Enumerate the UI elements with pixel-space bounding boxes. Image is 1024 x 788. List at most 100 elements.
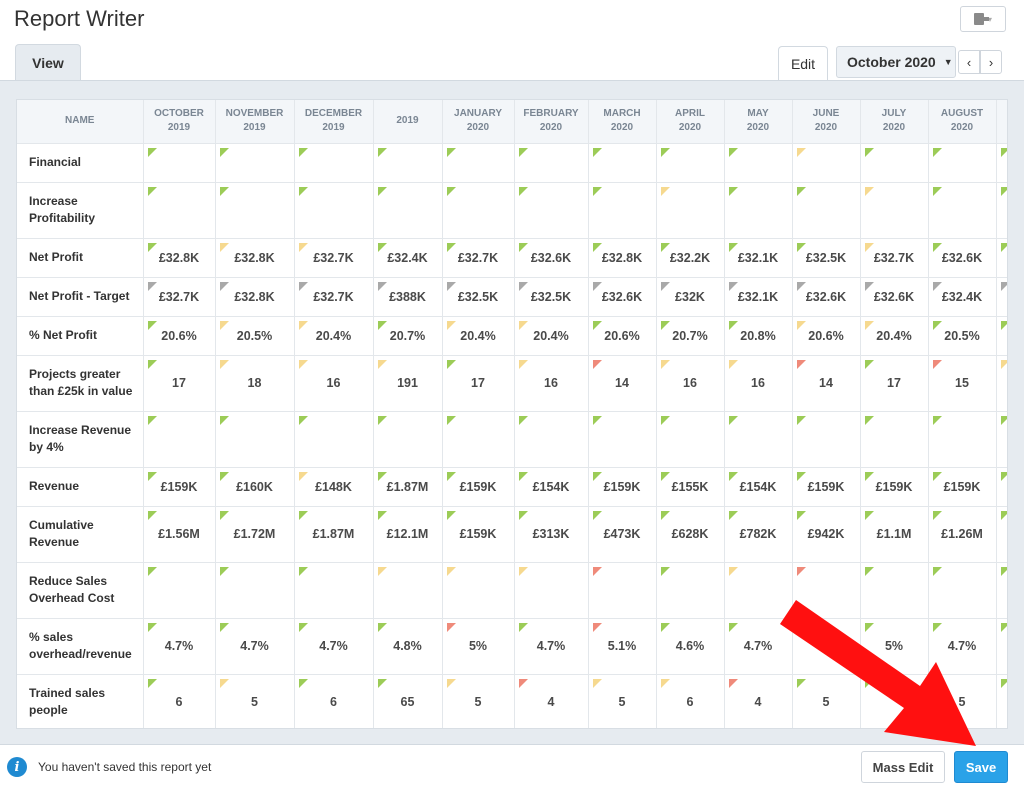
value-cell[interactable]: £32.1K [724, 277, 793, 317]
value-cell[interactable] [588, 182, 657, 239]
column-header[interactable]: AUGUST 2020 [928, 100, 997, 144]
value-cell[interactable]: 4.8% [373, 618, 443, 675]
next-period-button[interactable]: › [980, 50, 1002, 74]
value-cell[interactable]: 4 [514, 674, 589, 728]
value-cell[interactable]: 5 [442, 674, 515, 728]
value-cell[interactable]: £32.6K [792, 277, 861, 317]
value-cell[interactable]: £32K [656, 277, 725, 317]
value-cell[interactable]: £32.8K [588, 238, 657, 278]
value-cell[interactable] [215, 411, 295, 468]
value-cell[interactable]: £32.1K [724, 238, 793, 278]
value-cell[interactable]: 4.7% [215, 618, 295, 675]
value-cell[interactable] [860, 674, 929, 728]
value-cell[interactable]: 20.7% [373, 316, 443, 356]
value-cell[interactable] [928, 411, 997, 468]
value-cell[interactable] [294, 143, 374, 183]
value-cell[interactable]: £32.7K [294, 277, 374, 317]
value-cell[interactable] [792, 562, 861, 619]
value-cell[interactable]: £32.8K [215, 238, 295, 278]
value-cell[interactable] [724, 562, 793, 619]
value-cell[interactable] [215, 562, 295, 619]
value-cell[interactable] [996, 674, 1007, 728]
value-cell[interactable] [143, 562, 216, 619]
value-cell[interactable]: £942K [792, 506, 861, 563]
value-cell[interactable] [514, 411, 589, 468]
value-cell[interactable] [294, 562, 374, 619]
value-cell[interactable] [724, 411, 793, 468]
value-cell[interactable] [792, 411, 861, 468]
value-cell[interactable] [928, 182, 997, 239]
tab-view[interactable]: View [15, 44, 81, 80]
value-cell[interactable] [215, 182, 295, 239]
value-cell[interactable]: £159K [588, 467, 657, 507]
value-cell[interactable]: 4.6% [656, 618, 725, 675]
value-cell[interactable]: £32.7K [143, 277, 216, 317]
value-cell[interactable] [442, 143, 515, 183]
value-cell[interactable]: 16 [294, 355, 374, 412]
value-cell[interactable] [656, 562, 725, 619]
value-cell[interactable]: £32.5K [514, 277, 589, 317]
value-cell[interactable]: £159K [792, 467, 861, 507]
value-cell[interactable]: £32.7K [860, 238, 929, 278]
value-cell[interactable]: 4.7% [928, 618, 997, 675]
value-cell[interactable]: £32.5K [442, 277, 515, 317]
value-cell[interactable] [588, 143, 657, 183]
value-cell[interactable]: £159K [442, 467, 515, 507]
value-cell[interactable] [588, 411, 657, 468]
value-cell[interactable] [514, 562, 589, 619]
value-cell[interactable]: 5.1% [588, 618, 657, 675]
column-header[interactable]: APRIL 2020 [656, 100, 725, 144]
value-cell[interactable]: £32.2K [656, 238, 725, 278]
value-cell[interactable]: £159K [143, 467, 216, 507]
value-cell[interactable] [996, 355, 1007, 412]
value-cell[interactable]: £32.4K [373, 238, 443, 278]
period-dropdown[interactable]: October 2020 ▼ [836, 46, 956, 78]
value-cell[interactable]: 15 [928, 355, 997, 412]
value-cell[interactable]: 5 [588, 674, 657, 728]
value-cell[interactable] [373, 143, 443, 183]
value-cell[interactable]: £388K [373, 277, 443, 317]
value-cell[interactable] [860, 562, 929, 619]
value-cell[interactable]: 20.8% [724, 316, 793, 356]
value-cell[interactable] [215, 143, 295, 183]
value-cell[interactable]: 4.7% [724, 618, 793, 675]
value-cell[interactable]: £32.4K [928, 277, 997, 317]
value-cell[interactable] [996, 562, 1007, 619]
value-cell[interactable]: 20.6% [588, 316, 657, 356]
column-header[interactable]: MARCH 2020 [588, 100, 657, 144]
value-cell[interactable]: 5 [928, 674, 997, 728]
column-header[interactable]: JUNE 2020 [792, 100, 861, 144]
previous-period-button[interactable]: ‹ [958, 50, 980, 74]
value-cell[interactable]: 20.6% [143, 316, 216, 356]
value-cell[interactable] [143, 143, 216, 183]
value-cell[interactable]: £32.7K [442, 238, 515, 278]
value-cell[interactable]: £148K [294, 467, 374, 507]
value-cell[interactable]: £159K [860, 467, 929, 507]
value-cell[interactable]: £159K [928, 467, 997, 507]
value-cell[interactable] [996, 277, 1007, 317]
value-cell[interactable]: 5% [860, 618, 929, 675]
value-cell[interactable]: 17 [860, 355, 929, 412]
value-cell[interactable]: £1.56M [143, 506, 216, 563]
value-cell[interactable] [792, 182, 861, 239]
value-cell[interactable]: £1.72M [215, 506, 295, 563]
value-cell[interactable] [724, 143, 793, 183]
value-cell[interactable]: £32.7K [294, 238, 374, 278]
column-header[interactable]: 2019 [373, 100, 443, 144]
value-cell[interactable] [656, 411, 725, 468]
value-cell[interactable]: £1.1M [860, 506, 929, 563]
value-cell[interactable] [860, 411, 929, 468]
value-cell[interactable]: 6 [656, 674, 725, 728]
value-cell[interactable] [514, 143, 589, 183]
value-cell[interactable] [588, 562, 657, 619]
value-cell[interactable]: £154K [514, 467, 589, 507]
value-cell[interactable]: 17 [143, 355, 216, 412]
value-cell[interactable]: 20.4% [442, 316, 515, 356]
value-cell[interactable] [996, 467, 1007, 507]
value-cell[interactable] [996, 618, 1007, 675]
value-cell[interactable] [860, 143, 929, 183]
value-cell[interactable] [442, 411, 515, 468]
column-header[interactable]: DECEMBER 2019 [294, 100, 374, 144]
value-cell[interactable] [996, 143, 1007, 183]
column-header[interactable]: JANUARY 2020 [442, 100, 515, 144]
